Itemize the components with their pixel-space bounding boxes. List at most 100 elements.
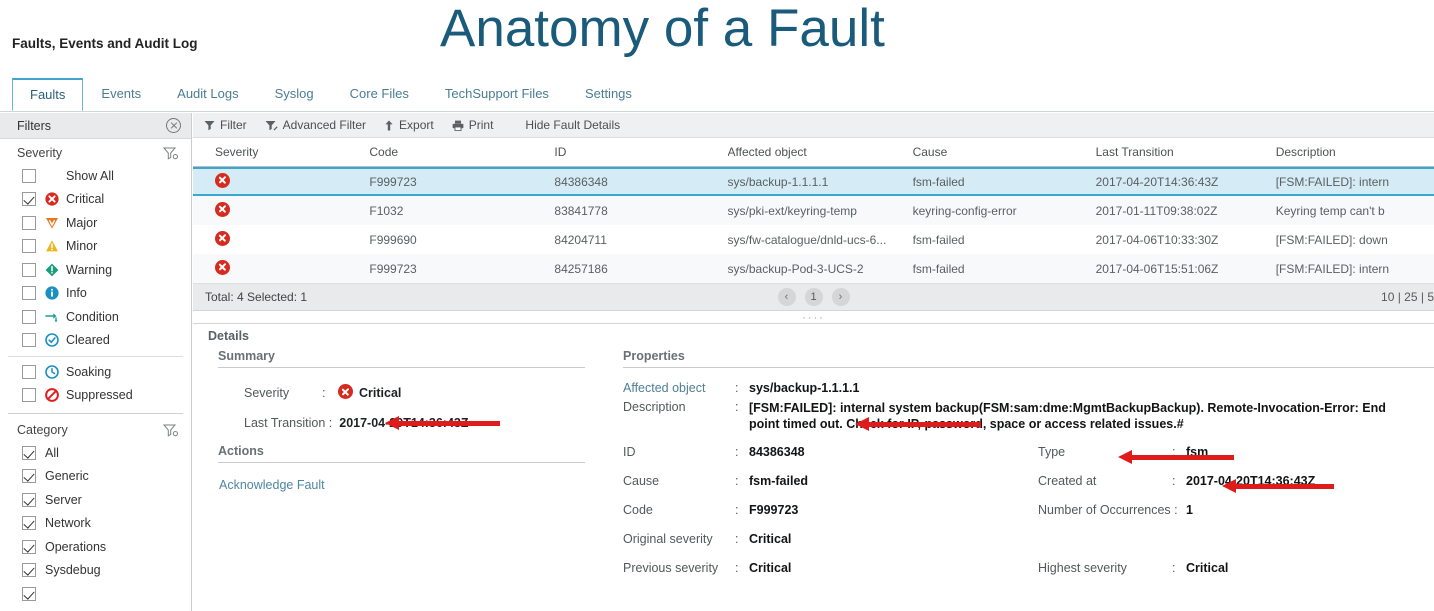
summary-severity-label: Severity bbox=[244, 386, 290, 400]
checkbox[interactable] bbox=[22, 239, 36, 254]
prop-previous-severity: Previous severity : Critical bbox=[623, 561, 1038, 575]
category-filter-generic[interactable]: Generic bbox=[0, 465, 191, 489]
checkbox[interactable] bbox=[22, 262, 36, 277]
filter-label: All bbox=[45, 445, 59, 460]
tab-syslog[interactable]: Syslog bbox=[257, 78, 332, 110]
category-filter-operations[interactable]: Operations bbox=[0, 535, 191, 559]
checkbox[interactable] bbox=[22, 388, 36, 403]
pagination-next-button[interactable]: › bbox=[831, 288, 850, 306]
severity-filter-show-all[interactable]: Show All bbox=[0, 164, 191, 188]
filter-button-label: Filter bbox=[220, 118, 247, 132]
checkbox[interactable] bbox=[22, 286, 36, 301]
severity-filter-warning[interactable]: Warning bbox=[0, 258, 191, 282]
column-header-severity[interactable]: Severity bbox=[193, 145, 369, 159]
cell-id: 83841778 bbox=[554, 203, 608, 218]
funnel-icon[interactable] bbox=[163, 424, 178, 437]
checkbox[interactable] bbox=[22, 309, 36, 324]
export-button[interactable]: Export bbox=[384, 118, 434, 132]
pagination-page-1[interactable]: 1 bbox=[804, 288, 823, 306]
table-footer: Total: 4 Selected: 1 ‹ 1 › 10 | 25 | 5 bbox=[193, 283, 1434, 310]
print-button-label: Print bbox=[468, 118, 494, 132]
panel-splitter[interactable]: ···· bbox=[193, 310, 1434, 324]
checkbox[interactable] bbox=[22, 215, 36, 230]
soaking-icon bbox=[45, 364, 59, 379]
description-label: Description bbox=[623, 400, 686, 414]
checkbox[interactable] bbox=[22, 563, 36, 578]
column-header-description[interactable]: Description bbox=[1276, 145, 1434, 159]
severity-filter-major[interactable]: Major bbox=[0, 211, 191, 235]
checkbox[interactable] bbox=[22, 539, 36, 554]
column-header-affected-object[interactable]: Affected object bbox=[728, 145, 913, 159]
column-header-code[interactable]: Code bbox=[369, 145, 554, 159]
column-header-last-transition[interactable]: Last Transition bbox=[1096, 145, 1276, 159]
prop-highest-severity: Highest severity : Critical bbox=[1038, 561, 1228, 575]
major-icon bbox=[45, 216, 59, 230]
hide-fault-details-button[interactable]: Hide Fault Details bbox=[525, 118, 620, 132]
severity-filter-soaking[interactable]: Soaking bbox=[0, 360, 191, 384]
highest-severity-label: Highest severity bbox=[1038, 561, 1127, 575]
table-row[interactable]: F999723 84257186 sys/backup-Pod-3-UCS-2 fsm… bbox=[193, 254, 1434, 283]
table-row[interactable]: F999723 84386348 sys/backup-1.1.1.1 fsm-fai… bbox=[193, 167, 1434, 196]
affected-object-label: Affected object bbox=[623, 381, 706, 395]
category-filter-sysdebug[interactable]: Sysdebug bbox=[0, 559, 191, 583]
printer-icon bbox=[452, 120, 464, 131]
pagination-prev-button[interactable]: ‹ bbox=[777, 288, 796, 306]
tab-events[interactable]: Events bbox=[83, 78, 159, 110]
prop-id: ID : 84386348 bbox=[623, 445, 1038, 459]
colon: : bbox=[735, 532, 739, 546]
tab-audit-logs[interactable]: Audit Logs bbox=[159, 78, 256, 110]
slide-title: Anatomy of a Fault bbox=[440, 0, 885, 58]
critical-icon bbox=[338, 384, 353, 399]
critical-icon bbox=[215, 230, 230, 246]
category-filter-server[interactable]: Server bbox=[0, 488, 191, 512]
column-header-id[interactable]: ID bbox=[554, 145, 727, 159]
filter-label: Network bbox=[45, 516, 91, 531]
cell-affected-object: sys/fw-catalogue/dnld-ucs-6... bbox=[727, 232, 887, 247]
tab-techsupport-files[interactable]: TechSupport Files bbox=[427, 78, 567, 110]
table-body: F999723 84386348 sys/backup-1.1.1.1 fsm-fai… bbox=[193, 167, 1434, 283]
type-label: Type bbox=[1038, 445, 1066, 459]
table-row[interactable]: F1032 83841778 sys/pki-ext/keyring-temp key… bbox=[193, 196, 1434, 225]
tab-faults[interactable]: Faults bbox=[12, 78, 84, 111]
checkbox[interactable] bbox=[22, 168, 36, 183]
severity-filter-critical[interactable]: Critical bbox=[0, 188, 191, 212]
table-row[interactable]: F999690 84204711 sys/fw-catalogue/dnld-ucs… bbox=[193, 225, 1434, 254]
print-button[interactable]: Print bbox=[452, 118, 494, 132]
checkbox[interactable] bbox=[22, 586, 36, 601]
filters-panel: Filters Severity Show All Critical Major Mi… bbox=[0, 113, 192, 611]
category-filter-network[interactable]: Network bbox=[0, 512, 191, 536]
cleared-icon bbox=[45, 333, 59, 348]
severity-filter-minor[interactable]: Minor bbox=[0, 235, 191, 259]
checkbox[interactable] bbox=[22, 192, 36, 207]
severity-filter-cleared[interactable]: Cleared bbox=[0, 329, 191, 353]
category-filter-all[interactable]: All bbox=[0, 441, 191, 465]
cell-severity bbox=[193, 230, 369, 249]
filter-label: Operations bbox=[45, 539, 107, 554]
severity-filter-info[interactable]: Info bbox=[0, 282, 191, 306]
cell-affected-object: sys/backup-1.1.1.1 bbox=[727, 174, 829, 189]
checkbox[interactable] bbox=[22, 364, 36, 379]
funnel-icon[interactable] bbox=[163, 147, 178, 160]
category-group-title: Category bbox=[17, 423, 68, 437]
colon: : bbox=[735, 381, 739, 395]
id-value: 84386348 bbox=[749, 445, 805, 459]
prop-description: Description : [FSM:FAILED]: internal sys… bbox=[623, 400, 1434, 432]
acknowledge-fault-link[interactable]: Acknowledge Fault bbox=[218, 463, 613, 492]
close-circle-icon[interactable] bbox=[166, 118, 181, 133]
tab-settings[interactable]: Settings bbox=[567, 78, 650, 110]
category-filter-partial[interactable] bbox=[0, 582, 191, 606]
severity-filter-condition[interactable]: Condition bbox=[0, 305, 191, 329]
severity-filter-suppressed[interactable]: Suppressed bbox=[0, 384, 191, 408]
page-size-selector[interactable]: 10 | 25 | 5 bbox=[1381, 290, 1434, 304]
checkbox[interactable] bbox=[22, 492, 36, 507]
filter-button[interactable]: Filter bbox=[204, 118, 247, 132]
filter-label: Major bbox=[66, 215, 98, 230]
checkbox[interactable] bbox=[22, 469, 36, 484]
checkbox[interactable] bbox=[22, 445, 36, 460]
tab-core-files[interactable]: Core Files bbox=[332, 78, 427, 110]
checkbox[interactable] bbox=[22, 516, 36, 531]
checkbox[interactable] bbox=[22, 333, 36, 348]
advanced-filter-button[interactable]: Advanced Filter bbox=[265, 118, 366, 132]
cell-code: F1032 bbox=[369, 203, 404, 218]
column-header-cause[interactable]: Cause bbox=[913, 145, 1096, 159]
